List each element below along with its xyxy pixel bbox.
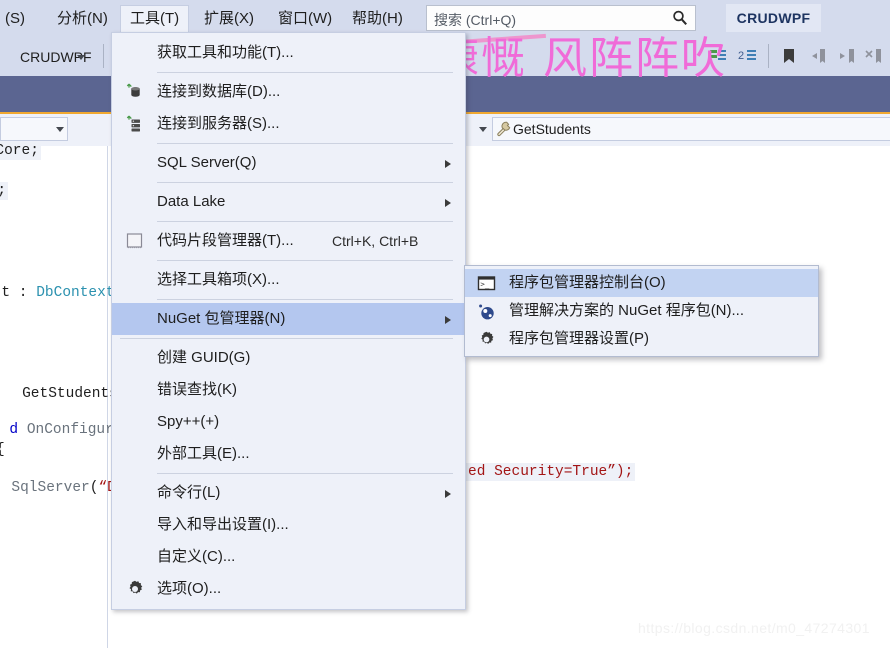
submenu-item-package-manager-settings[interactable]: 程序包管理器设置(P): [465, 325, 818, 353]
project-title-pill: CRUDWPF: [726, 4, 821, 32]
menu-item-label: 选项(O)...: [157, 580, 222, 597]
menu-item-label: 选择工具箱项(X)...: [157, 271, 280, 288]
menu-item-external-tools[interactable]: 外部工具(E)...: [112, 438, 465, 470]
navbar-member-label: GetStudents: [513, 121, 591, 137]
menu-separator: [157, 72, 453, 73]
menu-separator: [157, 143, 453, 144]
menu-item-label: 连接到服务器(S)...: [157, 115, 280, 132]
server-connect-icon: [125, 114, 145, 134]
search-input-text: 搜索 (Ctrl+Q): [434, 12, 517, 28]
snippet-box-icon: [125, 231, 145, 251]
menu-item-command-line[interactable]: 命令行(L): [112, 477, 465, 509]
menu-item-spy[interactable]: Spy++(+): [112, 406, 465, 438]
chevron-right-icon: [445, 316, 451, 324]
menu-item-customize[interactable]: 自定义(C)...: [112, 541, 465, 573]
menu-item-label: 导入和导出设置(I)...: [157, 516, 289, 533]
menu-separator: [120, 338, 453, 339]
chevron-right-icon: [445, 160, 451, 168]
menu-separator: [157, 182, 453, 183]
bookmark-next-icon: [837, 46, 857, 71]
menu-item-shortcut: Ctrl+K, Ctrl+B: [332, 233, 419, 249]
menu-item-label: Spy++(+): [157, 413, 220, 430]
code-line: ic;: [0, 182, 9, 200]
submenu-item-manage-nuget-for-solution[interactable]: 管理解决方案的 NuGet 程序包(N)...: [465, 297, 818, 325]
nuget-icon: [477, 302, 496, 321]
menu-item-label: 外部工具(E)...: [157, 445, 250, 462]
bookmark-clear-icon: [864, 46, 884, 71]
menu-item-get-tools[interactable]: 获取工具和功能(T)...: [112, 37, 465, 69]
submenu-item-label: 程序包管理器设置(P): [509, 330, 649, 347]
menu-item-create-guid[interactable]: 创建 GUID(G): [112, 342, 465, 374]
chevron-right-icon: [445, 490, 451, 498]
code-line: rkCore;: [0, 142, 41, 160]
menu-item-connect-db[interactable]: 连接到数据库(D)...: [112, 76, 465, 108]
gear-icon: [477, 330, 496, 349]
uncomment-block-icon[interactable]: 2: [738, 46, 758, 71]
menu-separator: [157, 260, 453, 261]
menu-item-label: Data Lake: [157, 193, 226, 210]
menubar-item-build[interactable]: (S): [0, 6, 34, 32]
toolbar-separator-1: [103, 44, 104, 68]
menu-item-label: NuGet 包管理器(N): [157, 310, 286, 327]
menu-item-label: 连接到数据库(D)...: [157, 83, 281, 100]
menu-item-code-snippets[interactable]: 代码片段管理器(T)... Ctrl+K, Ctrl+B: [112, 225, 465, 257]
gear-icon: [125, 579, 145, 599]
menubar-item-extensions[interactable]: 扩展(X): [195, 6, 263, 32]
menu-item-import-export-settings[interactable]: 导入和导出设置(I)...: [112, 509, 465, 541]
menu-separator: [157, 221, 453, 222]
submenu-item-package-manager-console[interactable]: >_ 程序包管理器控制台(O): [465, 269, 818, 297]
chevron-down-icon[interactable]: [56, 127, 64, 132]
bookmark-previous-icon: [808, 46, 828, 71]
menu-separator: [157, 473, 453, 474]
menu-item-data-lake[interactable]: Data Lake: [112, 186, 465, 218]
chevron-right-icon: [445, 199, 451, 207]
submenu-item-label: 程序包管理器控制台(O): [509, 274, 666, 291]
toolbar-separator-2: [768, 44, 769, 68]
menu-item-label: SQL Server(Q): [157, 154, 257, 171]
menu-item-connect-server[interactable]: 连接到服务器(S)...: [112, 108, 465, 140]
menu-item-nuget-package-manager[interactable]: NuGet 包管理器(N): [112, 303, 465, 335]
tools-dropdown-menu[interactable]: 获取工具和功能(T)... 连接到数据库(D)... 连接到服务器(S)... …: [111, 32, 466, 610]
csdn-watermark: https://blog.csdn.net/m0_47274301: [638, 620, 870, 636]
bookmark-toggle-icon[interactable]: [779, 46, 799, 71]
search-icon[interactable]: [671, 9, 689, 32]
comment-block-icon[interactable]: [708, 46, 728, 71]
code-line: t : DbContext: [1, 285, 115, 301]
chevron-down-icon[interactable]: [479, 127, 487, 132]
menu-item-label: 命令行(L): [157, 484, 221, 501]
menubar-item-analyze[interactable]: 分析(N): [48, 6, 117, 32]
nuget-package-manager-submenu[interactable]: >_ 程序包管理器控制台(O) 管理解决方案的 NuGet 程序包(N)... …: [464, 265, 819, 357]
svg-text:>_: >_: [480, 280, 489, 289]
menu-item-sql-server[interactable]: SQL Server(Q): [112, 147, 465, 179]
menu-item-label: 代码片段管理器(T)...: [157, 232, 294, 249]
menu-item-error-lookup[interactable]: 错误查找(K): [112, 374, 465, 406]
menu-item-options[interactable]: 选项(O)...: [112, 573, 465, 605]
code-type-dbcontext: DbContext: [36, 285, 115, 301]
menu-item-label: 创建 GUID(G): [157, 349, 251, 366]
code-line: {: [0, 441, 7, 459]
menu-item-choose-toolbox[interactable]: 选择工具箱项(X)...: [112, 264, 465, 296]
search-input[interactable]: 搜索 (Ctrl+Q): [426, 5, 696, 31]
code-line: ed Security=True”);: [466, 463, 636, 481]
console-icon: >_: [477, 274, 496, 293]
menu-item-label: 获取工具和功能(T)...: [157, 44, 294, 61]
menu-item-label: 错误查找(K): [157, 381, 237, 398]
menu-item-label: 自定义(C)...: [157, 548, 236, 565]
database-connect-icon: [125, 82, 145, 102]
menubar-item-window[interactable]: 窗口(W): [269, 6, 341, 32]
menu-separator: [157, 299, 453, 300]
svg-text:2: 2: [738, 50, 744, 62]
menubar-item-tools[interactable]: 工具(T): [120, 5, 190, 34]
chevron-down-icon[interactable]: [77, 55, 85, 60]
method-wrench-icon: [495, 120, 513, 143]
submenu-item-label: 管理解决方案的 NuGet 程序包(N)...: [509, 302, 745, 319]
menubar-item-help[interactable]: 帮助(H): [343, 6, 412, 32]
